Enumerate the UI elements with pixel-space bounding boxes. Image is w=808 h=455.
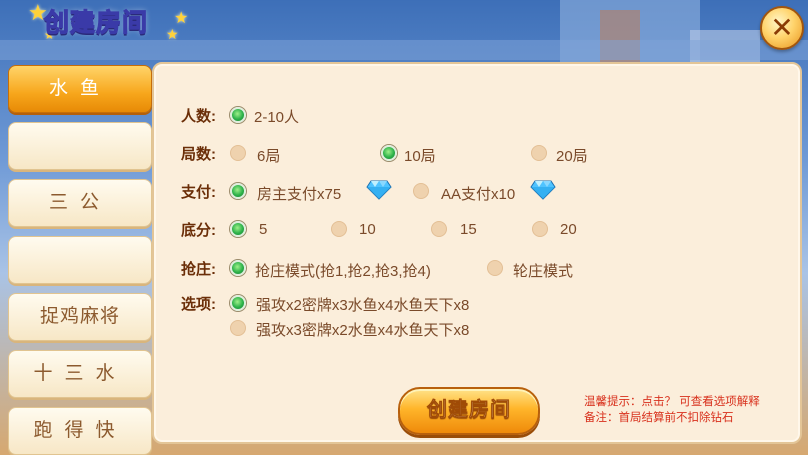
page-title: 创建房间 xyxy=(43,8,149,37)
close-icon: ✕ xyxy=(770,12,794,43)
rounds-radio-20[interactable] xyxy=(531,145,547,161)
sidebar-item-shisanshui[interactable]: 十三水 xyxy=(8,350,152,398)
options-option-2[interactable]: 强攻x3密牌x2水鱼x4水鱼天下x8 xyxy=(256,319,469,340)
diamond-icon xyxy=(530,180,556,200)
options-label: 选项: xyxy=(181,296,216,313)
sidebar-item-label: 水鱼 xyxy=(48,78,111,99)
diamond-icon xyxy=(366,180,392,200)
sidebar-item-sangong[interactable]: 三公 xyxy=(8,179,152,227)
base-score-radio-5[interactable] xyxy=(230,221,246,237)
sidebar-item-label: 三公 xyxy=(48,192,111,213)
payment-label: 支付: xyxy=(181,184,216,201)
base-score-option-5[interactable]: 5 xyxy=(259,221,267,238)
players-option-2-10[interactable]: 2-10人 xyxy=(254,106,299,127)
sidebar-item-shuiyu[interactable]: 水鱼 xyxy=(8,65,152,113)
options-radio-1[interactable] xyxy=(230,295,246,311)
sidebar-item-paodekuai[interactable]: 跑得快 xyxy=(8,407,152,455)
create-room-button[interactable]: 创建房间 xyxy=(398,387,540,435)
options-radio-2[interactable] xyxy=(230,320,246,336)
rounds-label: 局数: xyxy=(181,146,216,163)
close-button[interactable]: ✕ xyxy=(760,6,804,50)
rounds-option-20[interactable]: 20局 xyxy=(556,145,588,166)
players-label: 人数: xyxy=(181,108,216,125)
options-option-1[interactable]: 强攻x2密牌x3水鱼x4水鱼天下x8 xyxy=(256,294,469,315)
base-score-option-10[interactable]: 10 xyxy=(359,221,376,238)
sidebar-item-label: 捉鸡麻将 xyxy=(39,306,120,327)
sidebar-item-label: 跑得快 xyxy=(33,420,127,441)
base-score-radio-10[interactable] xyxy=(331,221,347,237)
banker-radio-grab[interactable] xyxy=(230,260,246,276)
payment-radio-owner[interactable] xyxy=(230,183,246,199)
players-radio-2-10[interactable] xyxy=(230,107,246,123)
title-banner: ★ ★ ★ ★ 创建房间 xyxy=(26,0,202,44)
rounds-option-10[interactable]: 10局 xyxy=(404,145,436,166)
rounds-option-6[interactable]: 6局 xyxy=(257,145,280,166)
tip-text: 温馨提示：点击？ 可查看选项解释 xyxy=(584,396,760,408)
rounds-radio-10[interactable] xyxy=(381,145,397,161)
banker-option-grab[interactable]: 抢庄模式(抢1,抢2,抢3,抢4) xyxy=(255,260,431,281)
sidebar-item-label: 十三水 xyxy=(33,363,127,384)
payment-option-aa[interactable]: AA支付x10 xyxy=(441,183,515,204)
rounds-radio-6[interactable] xyxy=(230,145,246,161)
banker-radio-rotate[interactable] xyxy=(487,260,503,276)
sidebar-item-zhuoji-majiang[interactable]: 捉鸡麻将 xyxy=(8,293,152,341)
base-score-radio-20[interactable] xyxy=(532,221,548,237)
payment-option-owner[interactable]: 房主支付x75 xyxy=(257,183,341,204)
sidebar-item-empty[interactable] xyxy=(8,122,152,170)
banker-option-rotate[interactable]: 轮庄模式 xyxy=(513,260,573,281)
base-score-option-20[interactable]: 20 xyxy=(560,221,577,238)
base-score-radio-15[interactable] xyxy=(431,221,447,237)
payment-radio-aa[interactable] xyxy=(413,183,429,199)
sidebar-item-empty[interactable] xyxy=(8,236,152,284)
base-score-label: 底分: xyxy=(181,222,216,239)
note-text: 备注：首局结算前不扣除钻石 xyxy=(584,412,734,424)
banker-label: 抢庄: xyxy=(181,261,216,278)
base-score-option-15[interactable]: 15 xyxy=(460,221,477,238)
